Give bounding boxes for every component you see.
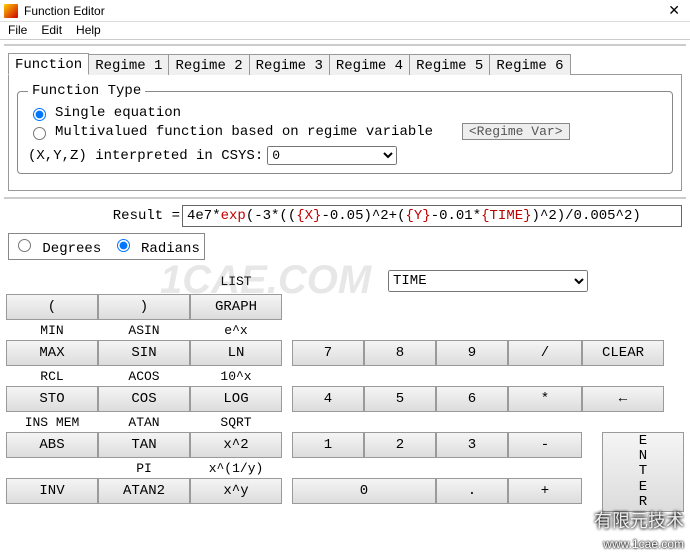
button-multiply[interactable]: * bbox=[508, 386, 582, 412]
label-insmem: INS MEM bbox=[6, 412, 98, 432]
button-divide[interactable]: / bbox=[508, 340, 582, 366]
button-9[interactable]: 9 bbox=[436, 340, 508, 366]
window-title: Function Editor bbox=[24, 4, 662, 18]
keypad: LIST TIME ( ) GRAPH MIN ASIN e^x MAX SIN… bbox=[6, 268, 684, 504]
button-rparen[interactable]: ) bbox=[98, 294, 190, 320]
regime-var-field: <Regime Var> bbox=[462, 123, 570, 140]
button-8[interactable]: 8 bbox=[364, 340, 436, 366]
label-acos: ACOS bbox=[98, 366, 190, 386]
tab-strip: Function Regime 1 Regime 2 Regime 3 Regi… bbox=[8, 52, 682, 74]
label-list: LIST bbox=[190, 271, 282, 291]
button-inv[interactable]: INV bbox=[6, 478, 98, 504]
button-max[interactable]: MAX bbox=[6, 340, 98, 366]
tab-regime-5[interactable]: Regime 5 bbox=[409, 54, 490, 75]
radio-multivalued[interactable] bbox=[33, 127, 46, 140]
menu-help[interactable]: Help bbox=[70, 23, 107, 38]
label-tenx: 10^x bbox=[190, 366, 282, 386]
button-lparen[interactable]: ( bbox=[6, 294, 98, 320]
button-0[interactable]: 0 bbox=[292, 478, 436, 504]
button-1[interactable]: 1 bbox=[292, 432, 364, 458]
button-add[interactable]: + bbox=[508, 478, 582, 504]
tab-regime-4[interactable]: Regime 4 bbox=[329, 54, 410, 75]
csys-select[interactable]: 0 bbox=[267, 146, 397, 165]
tab-regime-1[interactable]: Regime 1 bbox=[88, 54, 169, 75]
divider bbox=[4, 44, 686, 46]
tab-function[interactable]: Function bbox=[8, 53, 89, 75]
button-abs[interactable]: ABS bbox=[6, 432, 98, 458]
radio-single-equation[interactable] bbox=[33, 108, 46, 121]
button-sto[interactable]: STO bbox=[6, 386, 98, 412]
title-bar: Function Editor ✕ bbox=[0, 0, 690, 22]
menu-edit[interactable]: Edit bbox=[35, 23, 68, 38]
label-multivalued: Multivalued function based on regime var… bbox=[55, 124, 433, 140]
label-xiy: x^(1/y) bbox=[190, 458, 282, 478]
button-tan[interactable]: TAN bbox=[98, 432, 190, 458]
button-enter[interactable]: E N T E R bbox=[602, 432, 684, 512]
label-degrees: Degrees bbox=[42, 241, 101, 257]
divider bbox=[4, 197, 686, 199]
button-log[interactable]: LOG bbox=[190, 386, 282, 412]
menu-bar: File Edit Help bbox=[0, 22, 690, 40]
close-icon[interactable]: ✕ bbox=[662, 2, 686, 19]
watermark: www.1cae.com bbox=[603, 537, 684, 551]
button-clear[interactable]: CLEAR bbox=[582, 340, 664, 366]
button-6[interactable]: 6 bbox=[436, 386, 508, 412]
function-type-legend: Function Type bbox=[28, 83, 145, 99]
tab-page: Function Type Single equation Multivalue… bbox=[8, 74, 682, 191]
result-label: Result = bbox=[8, 208, 180, 224]
radio-radians[interactable] bbox=[117, 239, 130, 252]
csys-label: (X,Y,Z) interpreted in CSYS: bbox=[28, 148, 263, 164]
tab-regime-3[interactable]: Regime 3 bbox=[249, 54, 330, 75]
result-row: Result = 4e7*exp(-3*(({X}-0.05)^2+({Y}-0… bbox=[8, 205, 682, 227]
button-xy[interactable]: x^y bbox=[190, 478, 282, 504]
label-pi: PI bbox=[98, 458, 190, 478]
expression-input[interactable]: 4e7*exp(-3*(({X}-0.05)^2+({Y}-0.01*{TIME… bbox=[182, 205, 682, 227]
button-graph[interactable]: GRAPH bbox=[190, 294, 282, 320]
button-7[interactable]: 7 bbox=[292, 340, 364, 366]
tab-regime-2[interactable]: Regime 2 bbox=[168, 54, 249, 75]
label-ex: e^x bbox=[190, 320, 282, 340]
button-5[interactable]: 5 bbox=[364, 386, 436, 412]
label-asin: ASIN bbox=[98, 320, 190, 340]
button-3[interactable]: 3 bbox=[436, 432, 508, 458]
button-cos[interactable]: COS bbox=[98, 386, 190, 412]
variable-select[interactable]: TIME bbox=[388, 270, 588, 292]
button-subtract[interactable]: - bbox=[508, 432, 582, 458]
button-4[interactable]: 4 bbox=[292, 386, 364, 412]
button-x2[interactable]: x^2 bbox=[190, 432, 282, 458]
button-backspace[interactable]: ← bbox=[582, 386, 664, 412]
button-ln[interactable]: LN bbox=[190, 340, 282, 366]
button-atan2[interactable]: ATAN2 bbox=[98, 478, 190, 504]
button-dot[interactable]: . bbox=[436, 478, 508, 504]
label-single-equation: Single equation bbox=[55, 105, 181, 121]
radio-degrees[interactable] bbox=[18, 239, 31, 252]
tab-regime-6[interactable]: Regime 6 bbox=[489, 54, 570, 75]
label-rcl: RCL bbox=[6, 366, 98, 386]
button-2[interactable]: 2 bbox=[364, 432, 436, 458]
menu-file[interactable]: File bbox=[2, 23, 33, 38]
angle-mode: Degrees Radians bbox=[8, 233, 205, 260]
label-atan: ATAN bbox=[98, 412, 190, 432]
label-min: MIN bbox=[6, 320, 98, 340]
button-sin[interactable]: SIN bbox=[98, 340, 190, 366]
label-sqrt: SQRT bbox=[190, 412, 282, 432]
label-radians: Radians bbox=[141, 241, 200, 257]
function-type-group: Function Type Single equation Multivalue… bbox=[17, 83, 673, 174]
app-icon bbox=[4, 4, 18, 18]
